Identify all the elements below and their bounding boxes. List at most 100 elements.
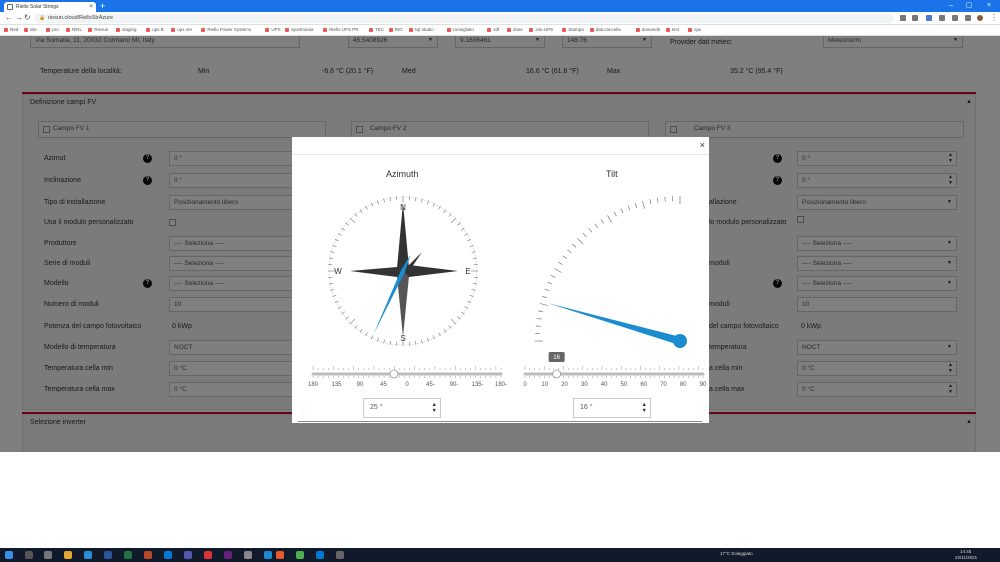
bookmark-item[interactable]: Riesun (88, 27, 108, 32)
puzzle-icon[interactable] (952, 15, 958, 21)
powerpoint-icon[interactable] (144, 551, 152, 559)
edge-icon[interactable] (84, 551, 92, 559)
outlook-icon[interactable] (164, 551, 172, 559)
tilt-tick (600, 219, 605, 224)
bookmark-item[interactable]: Stampa (562, 27, 584, 32)
app-icon[interactable] (204, 551, 212, 559)
excel-icon[interactable] (124, 551, 132, 559)
page-icon (7, 4, 13, 10)
bookmark-item[interactable]: staging (116, 27, 137, 32)
close-window-icon[interactable]: × (982, 0, 996, 12)
azimuth-slider[interactable]: 180 135 90 45 0 45- 90- 135- 180- (308, 366, 507, 388)
bookmark-item[interactable]: sito-UPS (529, 27, 553, 32)
weather-widget[interactable]: 17°C Soleggiato (720, 551, 753, 556)
spinner-icon[interactable]: ▲ ▼ (642, 402, 647, 414)
tilt-tick (539, 303, 548, 306)
bookmark-item[interactable]: pro (46, 27, 59, 32)
bookmarks-bar: Red site pro RiRL Riesun staging ups B ups vre R… (0, 25, 1000, 36)
file-explorer-icon[interactable] (64, 551, 72, 559)
maximize-icon[interactable]: ▢ (962, 0, 976, 12)
sidebar-icon[interactable] (965, 15, 971, 21)
translate-icon[interactable] (926, 15, 932, 21)
bookmark-item[interactable]: sql studio (408, 27, 434, 32)
slider-tick-label: 60 (640, 382, 647, 388)
bookmark-item[interactable]: Riello Power Systems (201, 27, 251, 32)
compass-tick (389, 340, 391, 345)
bookmark-item[interactable]: consigliato (446, 27, 474, 32)
tilt-tick (572, 243, 577, 248)
word-icon[interactable] (104, 551, 112, 559)
reload-icon[interactable]: ↻ (24, 13, 31, 22)
slider-tick-label: 30 (581, 382, 588, 388)
app-icon[interactable] (244, 551, 252, 559)
app-icon[interactable] (316, 551, 324, 559)
compass-tick (450, 217, 457, 224)
bookmark-item[interactable]: RIG (388, 27, 403, 32)
tilt-needle (547, 302, 682, 345)
tilt-tick (649, 199, 652, 205)
tilt-slider[interactable]: 0 10 20 30 40 50 60 70 80 90 16 (523, 352, 707, 388)
slider-handle (552, 369, 562, 379)
bookmark-item[interactable]: UPS (265, 27, 281, 32)
browser-tab-bar: Riello Solar Strings × + – ▢ × (0, 0, 1000, 12)
compass-tick (450, 318, 457, 325)
tilt-tick (538, 310, 544, 313)
avatar[interactable] (977, 15, 983, 21)
extension-icon[interactable] (939, 15, 945, 21)
star-icon[interactable] (912, 15, 918, 21)
clock-time[interactable]: 14:45 (960, 549, 971, 554)
bookmark-item[interactable]: test (665, 27, 679, 32)
lock-icon: 🔒 (39, 15, 46, 21)
tilt-input[interactable]: 16 ° ▲ ▼ (573, 398, 651, 418)
search-icon[interactable] (25, 551, 33, 559)
tilt-tick (588, 228, 593, 233)
tilt-tick (535, 325, 541, 327)
spinner-icon[interactable]: ▲ ▼ (432, 402, 437, 414)
back-icon[interactable]: ← (5, 13, 13, 22)
visual-studio-icon[interactable] (224, 551, 232, 559)
forward-icon[interactable]: → (15, 13, 23, 22)
bookmark-item[interactable]: ups vre (171, 27, 192, 32)
clock-date[interactable]: 22/11/2021 (955, 555, 977, 560)
bookmark-item[interactable]: Red (4, 27, 18, 32)
bookmark-item[interactable]: dose (507, 27, 523, 32)
bookmark-item[interactable]: TEC (369, 27, 384, 32)
tilt-tick (550, 274, 556, 278)
compass-tick (472, 283, 477, 285)
bookmark-item[interactable]: domande (635, 27, 660, 32)
bookmark-item[interactable]: vdf (487, 27, 499, 32)
chrome-icon[interactable] (296, 551, 304, 559)
bookmark-item[interactable]: ups B (146, 27, 164, 32)
tilt-handle[interactable] (673, 334, 687, 348)
bookmark-item[interactable]: dati.cancella (589, 27, 621, 32)
start-icon[interactable] (5, 551, 13, 559)
slider-tick-label: 180 (308, 382, 319, 388)
firefox-icon[interactable] (276, 551, 284, 559)
extension-icon[interactable] (900, 15, 906, 21)
address-bar[interactable]: 🔒 riesun.cloud/RelloStrAzure (34, 14, 894, 23)
bookmark-item[interactable]: RiRL (66, 27, 82, 32)
app-icon[interactable] (264, 551, 272, 559)
bookmark-item[interactable]: site (23, 27, 37, 32)
new-tab-button[interactable]: + (100, 0, 105, 12)
bookmark-item[interactable]: sportmania (285, 27, 313, 32)
bookmark-item[interactable]: sps (688, 27, 701, 32)
compass-tick (329, 257, 334, 259)
slider-tick-label: 10 (541, 382, 548, 388)
slider-tick-label: 40 (601, 382, 608, 388)
tab-title: Riello Solar Strings (16, 4, 59, 10)
azimuth-input[interactable]: 25 ° ▲ ▼ (363, 398, 441, 418)
modal-divider (298, 421, 702, 422)
app-icon[interactable] (336, 551, 344, 559)
minimize-icon[interactable]: – (944, 0, 958, 12)
close-tab-icon[interactable]: × (89, 2, 93, 12)
bookmark-item[interactable]: Riello UPS PR (323, 27, 358, 32)
tilt-tick (664, 196, 666, 202)
teams-icon[interactable] (184, 551, 192, 559)
compass-tick (389, 197, 391, 202)
browser-tab[interactable]: Riello Solar Strings × (4, 2, 96, 12)
task-view-icon[interactable] (44, 551, 52, 559)
menu-icon[interactable]: ⋮ (990, 13, 998, 22)
compass-tick (329, 283, 334, 285)
slider-handle (389, 369, 399, 379)
